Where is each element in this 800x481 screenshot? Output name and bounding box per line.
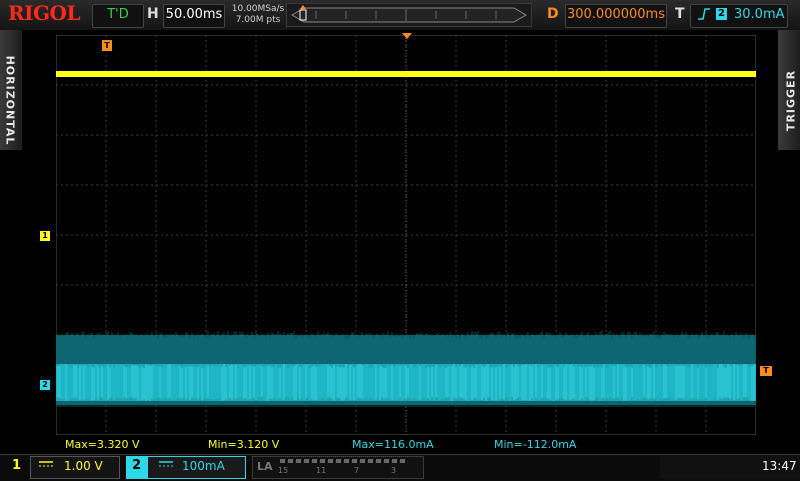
measurement-ch2-max: Max=116.0mA [352, 438, 434, 451]
ch2-waveform [56, 331, 756, 407]
ch1-offset-marker[interactable]: 1 [40, 231, 50, 241]
la-label: LA [257, 460, 273, 473]
trigger-label: T [675, 6, 685, 22]
rigol-logo: RIGOL [8, 1, 81, 25]
horizontal-label: H [147, 6, 159, 22]
memory-overview-bar[interactable] [286, 3, 532, 27]
run-status: T'D [107, 7, 129, 22]
measurement-ch1-min: Min=3.120 V [208, 438, 280, 451]
measurement-ch1-max: Max=3.320 V [65, 438, 140, 451]
trigger-level: 30.0mA [734, 7, 785, 22]
measurement-ch2-min: Min=-112.0mA [494, 438, 577, 451]
memory-depth: 7.00M pts [235, 15, 281, 25]
delay-value: 300.000000ms [566, 7, 665, 22]
timebase-value: 50.00ms [165, 7, 223, 22]
trigger-source-badge: 2 [716, 8, 727, 20]
trigger-tab-label: TRIGGER [784, 69, 798, 132]
la-channel-number: 3 [391, 466, 397, 475]
dc-coupling-icon [38, 459, 54, 472]
trigger-menu-tab[interactable]: TRIGGER [778, 30, 800, 150]
clock: 13:47 [762, 459, 797, 473]
delay-label: D [547, 6, 559, 22]
trigger-level-marker[interactable]: T [760, 366, 772, 376]
ch1-number: 1 [12, 458, 22, 473]
horizontal-tab-label: HORIZONTAL [3, 55, 17, 146]
la-channel-number: 15 [278, 466, 289, 475]
rising-edge-icon [697, 7, 711, 25]
waveform-display[interactable] [56, 35, 756, 435]
ch2-offset-marker[interactable]: 2 [40, 380, 50, 390]
ch1-scale: 1.00 V [64, 459, 103, 473]
ch2-scale: 100mA [182, 459, 225, 473]
la-channel-number: 7 [354, 466, 360, 475]
time-position-marker[interactable]: T [102, 40, 112, 51]
sample-rate: 10.00MSa/s [231, 4, 285, 14]
ch2-number: 2 [132, 458, 142, 473]
center-marker-icon [402, 33, 412, 39]
dc-coupling-icon [158, 459, 174, 472]
la-channel-number: 11 [316, 466, 327, 475]
horizontal-menu-tab[interactable]: HORIZONTAL [0, 30, 22, 150]
ch1-waveform [56, 71, 756, 77]
la-channel-indicators [280, 459, 405, 463]
